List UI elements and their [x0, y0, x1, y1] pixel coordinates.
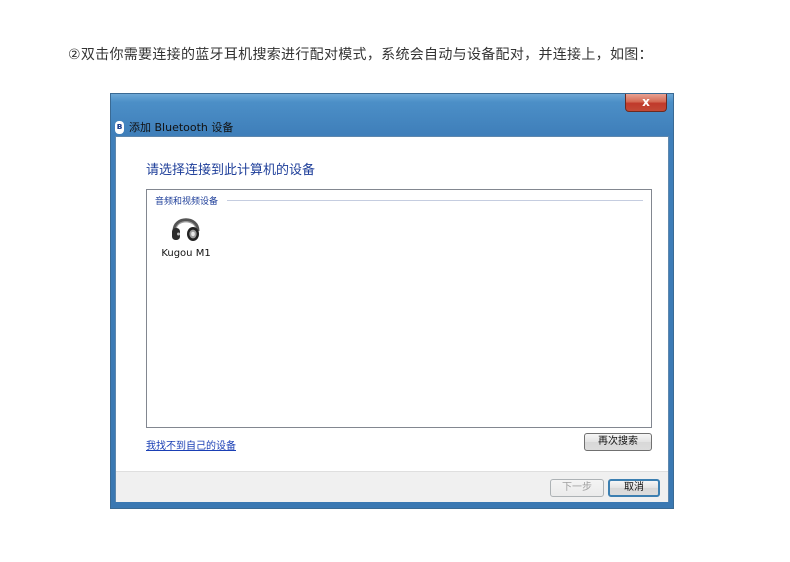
group-label: 音频和视频设备: [155, 194, 223, 207]
title-bar: ʙ 添加 Bluetooth 设备: [115, 118, 233, 136]
headphone-icon: [172, 218, 200, 241]
add-bluetooth-device-dialog: x ʙ 添加 Bluetooth 设备 请选择连接到此计算机的设备 音频和视频设…: [110, 93, 674, 509]
cancel-button[interactable]: 取消: [608, 479, 660, 497]
device-item-kugou-m1[interactable]: Kugou M1: [157, 210, 215, 268]
search-again-button[interactable]: 再次搜索: [584, 433, 652, 451]
device-name: Kugou M1: [161, 248, 211, 259]
page-heading: 请选择连接到此计算机的设备: [146, 163, 316, 178]
group-divider: [227, 200, 643, 201]
bluetooth-icon: ʙ: [115, 120, 124, 134]
dialog-footer: 下一步 取消: [116, 471, 668, 502]
cant-find-device-link[interactable]: 我找不到自己的设备: [146, 437, 236, 452]
window-title: 添加 Bluetooth 设备: [129, 121, 234, 134]
dialog-content: 请选择连接到此计算机的设备 音频和视频设备 Kugou M1 我找不到自己的设备…: [115, 136, 669, 502]
caption-text: ②双击你需要连接的蓝牙耳机搜索进行配对模式，系统会自动与设备配对，并连接上，如图…: [68, 47, 653, 63]
close-button[interactable]: x: [625, 94, 667, 112]
device-list: 音频和视频设备 Kugou M1: [146, 189, 652, 428]
next-button[interactable]: 下一步: [550, 479, 604, 497]
